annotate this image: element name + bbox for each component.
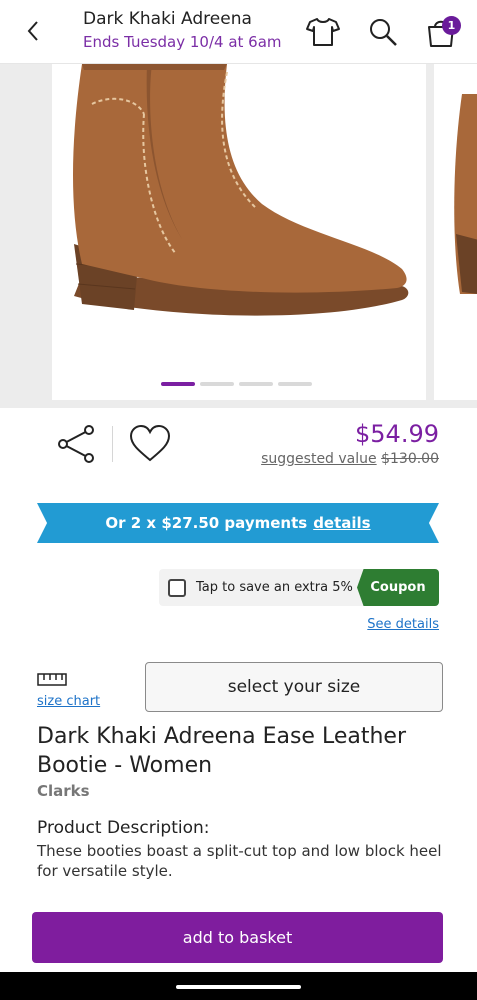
search-icon <box>370 19 397 46</box>
top-app-bar: Dark Khaki Adreena Ends Tuesday 10/4 at … <box>0 0 477 64</box>
heart-icon <box>129 424 171 462</box>
carousel-dot <box>200 382 234 386</box>
current-price: $54.99 <box>355 420 439 448</box>
cart-button[interactable]: 1 <box>421 12 461 52</box>
next-bootie-image <box>454 94 477 294</box>
header-subtitle: Ends Tuesday 10/4 at 6am <box>83 33 282 51</box>
installment-banner: Or 2 x $27.50 payments details <box>37 503 439 543</box>
carousel-indicator <box>161 382 312 386</box>
product-image-carousel[interactable] <box>0 64 477 408</box>
carousel-dot <box>239 382 273 386</box>
header-title: Dark Khaki Adreena <box>83 9 252 29</box>
bootie-image <box>73 64 409 316</box>
next-product-image[interactable] <box>434 64 477 400</box>
action-divider <box>112 426 113 462</box>
installment-text: Or 2 x $27.50 payments <box>105 514 308 532</box>
apparel-button[interactable] <box>303 12 343 52</box>
cart-count-badge: 1 <box>442 16 461 35</box>
original-price: $130.00 <box>381 451 439 467</box>
back-button[interactable] <box>18 16 48 46</box>
description-text: These booties boast a split-cut top and … <box>37 842 442 880</box>
favorite-button[interactable] <box>128 424 172 464</box>
product-brand: Clarks <box>37 782 90 800</box>
tshirt-icon <box>306 18 340 46</box>
share-button[interactable] <box>56 424 96 464</box>
description-heading: Product Description: <box>37 818 210 838</box>
carousel-dot <box>278 382 312 386</box>
suggested-price: suggested value $130.00 <box>261 451 439 467</box>
share-icon <box>58 425 94 463</box>
product-title: Dark Khaki Adreena Ease Leather Bootie -… <box>37 724 406 778</box>
size-chart-link[interactable]: size chart <box>37 694 100 709</box>
coupon-tag: Coupon <box>357 569 439 606</box>
coupon-see-details-link[interactable]: See details <box>367 617 439 632</box>
home-gesture-handle[interactable] <box>176 985 301 989</box>
add-to-basket-button[interactable]: add to basket <box>32 912 443 963</box>
suggested-value-label[interactable]: suggested value <box>261 451 377 467</box>
carousel-dot-active <box>161 382 195 386</box>
back-arrow-icon <box>27 21 38 41</box>
coupon-row[interactable]: Tap to save an extra 5% Coupon <box>159 569 439 606</box>
ruler-icon[interactable] <box>37 671 67 687</box>
installment-details-link[interactable]: details <box>313 514 370 532</box>
coupon-text: Tap to save an extra 5% <box>196 580 353 595</box>
size-select-button[interactable]: select your size <box>145 662 443 712</box>
product-image[interactable] <box>52 64 426 400</box>
search-button[interactable] <box>363 12 403 52</box>
coupon-checkbox[interactable] <box>168 578 186 597</box>
